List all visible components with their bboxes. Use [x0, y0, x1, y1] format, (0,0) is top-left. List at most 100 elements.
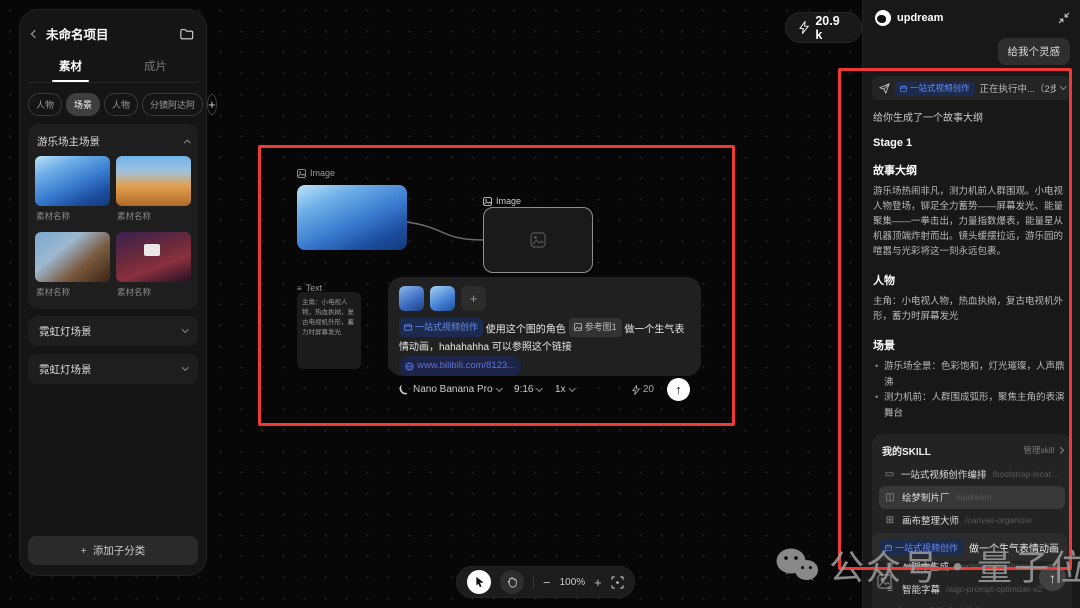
asset-item[interactable]: 素材名称 — [116, 156, 191, 226]
assistant-send-button[interactable]: ↑ — [1039, 564, 1066, 591]
asset-name: 素材名称 — [36, 210, 110, 222]
category-chips: 人物 场景 人物 分镜阿达阿 + — [28, 93, 198, 116]
collapse-panel-icon[interactable] — [1058, 12, 1070, 24]
image-icon — [483, 197, 492, 206]
manage-skill-link[interactable]: 管理skill — [1023, 444, 1062, 456]
chevron-right-icon — [1057, 447, 1063, 453]
image-node-1-label: Image — [310, 168, 335, 178]
image-node-1-preview[interactable] — [297, 185, 407, 250]
skill-card-title: 我的SKILL — [882, 443, 931, 458]
app-name: updream — [897, 12, 1052, 24]
prompt-text[interactable]: 一站式视频创作 使用这个图的角色 参考图1 做一个生气表情动画，hahahahh… — [399, 318, 690, 378]
chevron-down-icon — [537, 385, 543, 391]
add-subcategory-button[interactable]: + 添加子分类 — [28, 536, 198, 565]
zoom-out-button[interactable]: − — [543, 575, 551, 590]
asset-thumbnail-fox-rabbit[interactable] — [116, 156, 191, 206]
asset-thumbnail-tv-robot[interactable] — [116, 232, 191, 282]
toolbar-divider — [533, 575, 534, 589]
scene-item: 测力机前：人群围成弧形，聚焦主角的表演舞台 — [875, 390, 1071, 421]
skill-icon: ≣ — [884, 561, 896, 572]
chip-storyboard[interactable]: 分镜阿达阿 — [142, 93, 203, 116]
image-icon — [574, 323, 582, 331]
outline-paragraph: 游乐场热闹非凡，测力机前人群围观。小电视人物登场，铆足全力蓄势——屏幕发光、能量… — [873, 184, 1071, 259]
asset-item[interactable]: 素材名称 — [116, 232, 191, 302]
scene-group-neon-1[interactable]: 霓虹灯场景 — [28, 316, 198, 346]
asset-tabs: 素材 成片 — [28, 51, 198, 83]
assistant-response: 一站式视频创作 正在执行中...（2步） 给你生成了一个故事大纲 Stage 1… — [872, 76, 1072, 608]
asset-item[interactable]: 素材名称 — [35, 232, 110, 302]
send-button[interactable]: ↑ — [667, 378, 690, 401]
attach-image-icon[interactable] — [877, 574, 892, 589]
pan-tool-button[interactable] — [500, 570, 524, 594]
skill-icon: ◫ — [884, 492, 896, 503]
updream-logo — [875, 10, 891, 26]
prompt-thumb-robot[interactable] — [399, 286, 424, 311]
chip-scene[interactable]: 场景 — [66, 93, 100, 116]
characters-paragraph: 主角：小电视人物，热血执拗，复古电视机外形，蓄力时屏幕发光 — [873, 294, 1071, 324]
folder-icon[interactable] — [180, 28, 194, 40]
scene-group-neon-2[interactable]: 霓虹灯场景 — [28, 354, 198, 384]
send-plane-icon — [879, 83, 890, 94]
assistant-intro: 给你生成了一个故事大纲 — [873, 109, 1071, 124]
clapperboard-icon — [900, 85, 907, 92]
prompt-box[interactable]: + 一站式视频创作 使用这个图的角色 参考图1 做一个生气表情动画，hahaha… — [388, 277, 701, 376]
zoom-in-button[interactable]: + — [594, 575, 602, 590]
asset-name: 素材名称 — [117, 210, 191, 222]
text-node[interactable]: 主角：小电视人物，热血执拗，复古电视机外形，蓄力时屏幕发光 — [297, 292, 361, 369]
asset-item[interactable]: 素材名称 — [35, 156, 110, 226]
chevron-down-icon — [182, 364, 188, 370]
chip-character-2[interactable]: 人物 — [104, 93, 138, 116]
skill-item[interactable]: ▭一站式视频创作编排/bootstrap-locations — [879, 463, 1065, 486]
lightning-icon — [632, 385, 640, 395]
queued-task-text: 做一个生气表情动画 — [969, 540, 1059, 555]
tab-finished[interactable]: 成片 — [113, 51, 198, 82]
status-text: 正在执行中...（2步） — [980, 81, 1056, 95]
scene-group-header[interactable]: 游乐场主场景 — [35, 131, 191, 156]
chevron-down-icon — [182, 326, 188, 332]
task-status-bar[interactable]: 一站式视频创作 正在执行中...（2步） — [872, 76, 1072, 100]
cursor-icon — [474, 576, 485, 588]
tab-assets[interactable]: 素材 — [28, 51, 113, 82]
asset-name: 素材名称 — [36, 286, 110, 298]
add-reference-button[interactable]: + — [461, 286, 486, 311]
lightning-icon — [799, 21, 809, 34]
prompt-text-3: 可以参照这个链接 — [492, 342, 572, 353]
skill-item-highlighted[interactable]: ◫绘梦制片厂/updream — [879, 486, 1065, 509]
prompt-skill-tag[interactable]: 一站式视频创作 — [399, 318, 483, 337]
skill-item[interactable]: ≡智能字幕/aigc-prompt-optimizer-v2 — [879, 578, 1065, 601]
chevron-up-icon — [184, 140, 190, 146]
queued-skill-tag: 一站式视频创作 — [880, 539, 963, 555]
fit-view-icon[interactable] — [611, 576, 624, 589]
chevron-down-icon — [569, 385, 575, 391]
add-category-button[interactable]: + — [207, 94, 217, 115]
image-node-2-placeholder[interactable] — [483, 207, 593, 273]
status-skill-tag: 一站式视频创作 — [895, 81, 975, 96]
image-node-2-header: Image — [483, 196, 521, 206]
skill-item[interactable]: ⊞画布整理大师/canvas-organizer — [879, 509, 1065, 532]
model-selector[interactable]: Nano Banana Pro — [399, 384, 501, 395]
count-selector[interactable]: 1x — [555, 384, 574, 395]
image-icon — [297, 169, 306, 178]
image-node-2-label: Image — [496, 196, 521, 206]
ratio-value: 9:16 — [514, 384, 533, 395]
globe-icon — [405, 362, 414, 371]
back-button[interactable] — [31, 29, 39, 37]
project-title: 未命名项目 — [46, 24, 172, 43]
credits-badge[interactable]: 20.9 k — [785, 12, 862, 43]
select-tool-button[interactable] — [467, 570, 491, 594]
zoom-level[interactable]: 100% — [560, 577, 586, 588]
chip-character-1[interactable]: 人物 — [28, 93, 62, 116]
asset-thumbnail-underwater-girl[interactable] — [35, 156, 110, 206]
stage-heading: Stage 1 — [873, 137, 1071, 149]
prompt-link[interactable]: www.bilibili.com/8123... — [399, 356, 521, 376]
skill-item[interactable]: ⟳提示词全能自动优化器/aigc-prompt-optimiz... — [879, 601, 1065, 608]
prompt-thumb-girl[interactable] — [430, 286, 455, 311]
reference-image-tag[interactable]: 参考图1 — [569, 318, 622, 337]
model-name: Nano Banana Pro — [413, 384, 493, 395]
ratio-selector[interactable]: 9:16 — [514, 384, 542, 395]
asset-thumbnail-portrait[interactable] — [35, 232, 110, 282]
skill-icon: ⊞ — [884, 515, 896, 526]
scenes-list: 游乐场全景：色彩饱和，灯光璀璨，人声鼎沸 测力机前：人群围成弧形，聚焦主角的表演… — [875, 359, 1071, 422]
skill-icon: ▭ — [884, 469, 895, 480]
project-sidebar: 未命名项目 素材 成片 人物 场景 人物 分镜阿达阿 + 游乐场主场景 素材名称… — [20, 10, 206, 575]
